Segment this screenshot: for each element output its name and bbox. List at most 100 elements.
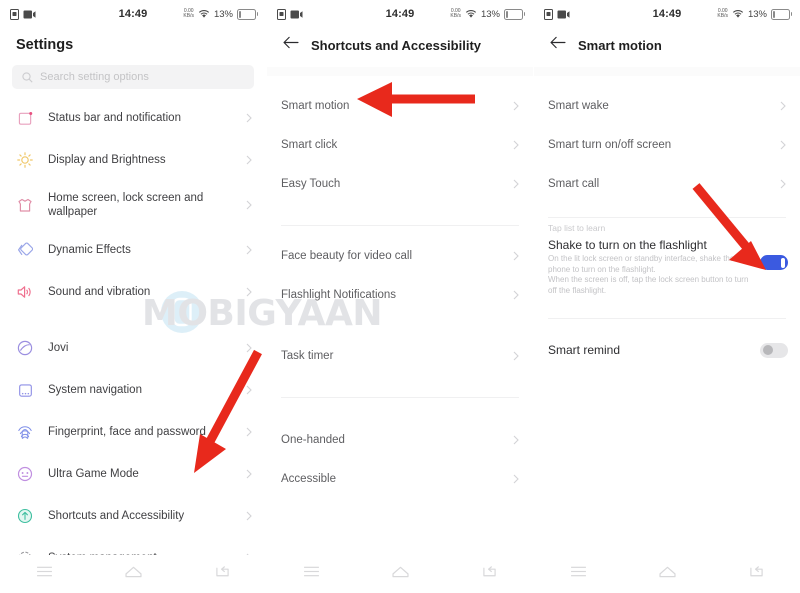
sidebar-item-jovi[interactable]: Jovi	[0, 327, 266, 369]
home-button[interactable]	[124, 565, 143, 584]
sidebar-item-shortcuts-and-accessibility[interactable]: Shortcuts and Accessibility	[0, 495, 266, 537]
list-item-label: Easy Touch	[281, 177, 341, 190]
list-item-smart-call[interactable]: Smart call	[534, 164, 800, 203]
navigation-bar	[534, 555, 800, 593]
search-icon	[22, 71, 33, 83]
search-placeholder: Search setting options	[40, 71, 149, 83]
chevron-right-icon	[509, 290, 519, 300]
list-item-one-handed[interactable]: One-handed	[267, 420, 533, 459]
chevron-right-icon	[776, 101, 786, 111]
list-item-smart-turn-on-off-screen[interactable]: Smart turn on/off screen	[534, 125, 800, 164]
wallpaper-icon	[14, 198, 36, 213]
chevron-right-icon	[776, 179, 786, 189]
smart-remind-toggle-switch[interactable]	[760, 342, 788, 358]
list-item-label: Flashlight Notifications	[281, 288, 397, 301]
list-item-smart-click[interactable]: Smart click	[267, 125, 533, 164]
sidebar-item-label: Home screen, lock screen and wallpaper	[48, 192, 204, 218]
network-speed-icon: 0.00 KB/s	[717, 7, 728, 19]
list-item-easy-touch[interactable]: Easy Touch	[267, 164, 533, 203]
list-item-label: Accessible	[281, 472, 336, 485]
screen-settings: 14:49 0.00 KB/s 13% Settings Search sett…	[0, 0, 266, 593]
list-item-task-timer[interactable]: Task timer	[267, 336, 533, 375]
back-arrow-icon[interactable]	[283, 36, 299, 54]
chevron-right-icon	[242, 427, 252, 437]
header-divider	[534, 67, 800, 76]
sidebar-item-system-navigation[interactable]: System navigation	[0, 369, 266, 411]
status-bar: 14:49 0.00 KB/s 13%	[534, 0, 800, 28]
setting-text-block: Shake to turn on the flashlight On the l…	[548, 237, 760, 296]
fingerprint-icon	[14, 424, 36, 440]
chevron-right-icon	[242, 511, 252, 521]
sidebar-item-fingerprint-face-and-password[interactable]: Fingerprint, face and password	[0, 411, 266, 453]
list-item-smart-motion[interactable]: Smart motion	[267, 86, 533, 125]
sidebar-item-home-screen-lock-screen-and-wallpaper[interactable]: Home screen, lock screen and wallpaper	[0, 181, 266, 229]
sidebar-item-status-bar-and-notification[interactable]: Status bar and notification	[0, 97, 266, 139]
navigation-icon	[14, 383, 36, 398]
chevron-right-icon	[242, 113, 252, 123]
list-item-face-beauty-for-video-call[interactable]: Face beauty for video call	[267, 236, 533, 275]
chevron-right-icon	[242, 200, 252, 210]
sidebar-item-label: Jovi	[48, 342, 69, 354]
wifi-icon	[465, 10, 477, 18]
chevron-right-icon	[509, 140, 519, 150]
recents-button[interactable]	[303, 565, 320, 583]
list-item-label: One-handed	[281, 433, 345, 446]
list-item-smart-wake[interactable]: Smart wake	[534, 86, 800, 125]
sidebar-item-ultra-game-mode[interactable]: Ultra Game Mode	[0, 453, 266, 495]
list-item-label: Smart click	[281, 138, 338, 151]
wifi-icon	[732, 10, 744, 18]
chevron-right-icon	[242, 287, 252, 297]
search-input[interactable]: Search setting options	[12, 65, 254, 89]
smart-motion-list-group-1: Smart wake Smart turn on/off screen Smar…	[534, 86, 800, 203]
chevron-right-icon	[509, 435, 519, 445]
status-bar: 14:49 0.00 KB/s 13%	[267, 0, 533, 28]
screen-recorder-icon	[290, 10, 303, 18]
list-item-label: Smart wake	[548, 99, 609, 112]
back-button[interactable]	[214, 565, 231, 584]
flashlight-toggle-switch[interactable]	[760, 255, 788, 270]
home-button[interactable]	[391, 565, 410, 584]
battery-icon	[771, 8, 792, 20]
home-button[interactable]	[658, 565, 677, 584]
list-item-flashlight-notifications[interactable]: Flashlight Notifications	[267, 275, 533, 314]
list-item-accessible[interactable]: Accessible	[267, 459, 533, 498]
battery-percent-label: 13%	[213, 8, 233, 20]
chevron-right-icon	[242, 385, 252, 395]
battery-percent-label: 13%	[747, 8, 767, 20]
back-button[interactable]	[748, 565, 765, 584]
back-button[interactable]	[481, 565, 498, 584]
settings-list-group-1: Status bar and notification Display and …	[0, 97, 266, 313]
sidebar-item-display-and-brightness[interactable]: Display and Brightness	[0, 139, 266, 181]
navigation-bar	[267, 555, 533, 593]
setting-smart-remind[interactable]: Smart remind	[534, 333, 800, 367]
chevron-right-icon	[242, 155, 252, 165]
list-item-label: Smart call	[548, 177, 600, 190]
sidebar-item-label: Sound and vibration	[48, 286, 151, 298]
chevron-right-icon	[242, 469, 252, 479]
chevron-right-icon	[509, 179, 519, 189]
recents-button[interactable]	[570, 565, 587, 583]
battery-icon	[504, 8, 525, 20]
chevron-right-icon	[509, 101, 519, 111]
sidebar-item-label: Shortcuts and Accessibility	[48, 510, 185, 522]
sidebar-item-sound-and-vibration[interactable]: Sound and vibration	[0, 271, 266, 313]
wifi-icon	[198, 10, 210, 18]
status-bar-icon	[14, 111, 36, 126]
battery-icon	[237, 8, 258, 20]
list-item-label: Smart motion	[281, 99, 350, 112]
screen-recorder-icon	[23, 10, 36, 18]
recents-button[interactable]	[36, 565, 53, 583]
back-arrow-icon[interactable]	[550, 36, 566, 54]
setting-description: On the lit lock screen or standby interf…	[548, 254, 749, 295]
sidebar-item-dynamic-effects[interactable]: Dynamic Effects	[0, 229, 266, 271]
screen-header: Smart motion	[534, 28, 800, 67]
status-bar: 14:49 0.00 KB/s 13%	[0, 0, 266, 28]
setting-shake-to-turn-on-flashlight[interactable]: Shake to turn on the flashlight On the l…	[534, 236, 800, 296]
sidebar-item-label: Status bar and notification	[48, 112, 181, 124]
